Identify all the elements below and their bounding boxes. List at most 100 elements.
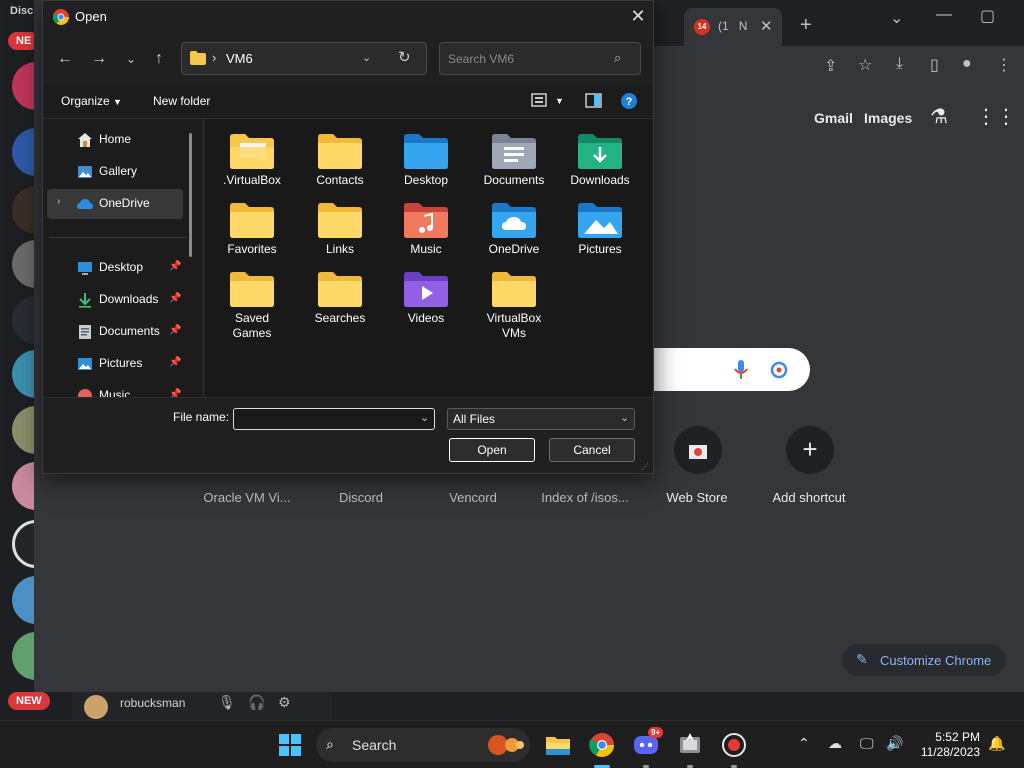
nav-item-music[interactable]: Music 📌 <box>47 381 183 397</box>
close-icon[interactable]: ✕ <box>626 5 650 29</box>
shortcut-label[interactable]: Vencord <box>418 490 528 505</box>
taskbar-search[interactable]: ⌕ Search <box>316 728 530 762</box>
nav-item-documents[interactable]: Documents 📌 <box>47 317 183 347</box>
new-tab-icon[interactable]: + <box>800 14 812 37</box>
tab-close-icon[interactable]: ✕ <box>760 17 773 35</box>
avatar[interactable] <box>84 695 108 719</box>
search-box[interactable] <box>652 348 810 391</box>
maximize-icon[interactable]: ▢ <box>980 6 995 26</box>
pin-icon[interactable]: 📌 <box>169 357 181 368</box>
address-bar[interactable]: › VM6 ⌄ ↻ <box>181 42 427 75</box>
labs-flask-icon[interactable]: ⚗ <box>930 104 948 129</box>
microphone-icon[interactable]: 🎙 <box>218 694 236 712</box>
volume-icon[interactable]: 🔊 <box>886 735 903 752</box>
bookmark-star-icon[interactable]: ☆ <box>858 55 872 75</box>
folder-item-videos[interactable]: Videos <box>383 263 469 331</box>
side-panel-icon[interactable]: ▯ <box>930 55 939 75</box>
folder-item-downloads[interactable]: Downloads <box>557 125 643 193</box>
shortcut-label[interactable]: Add shortcut <box>754 490 864 505</box>
file-name-input[interactable] <box>238 411 414 427</box>
view-options-icon[interactable] <box>531 93 549 109</box>
show-hidden-icons-chevron-icon[interactable]: ⌃ <box>798 735 810 752</box>
images-link[interactable]: Images <box>864 110 912 126</box>
nav-item-desktop[interactable]: Desktop 📌 <box>47 253 183 283</box>
search-box[interactable]: ⌕ <box>439 42 641 75</box>
customize-chrome-button[interactable]: ✎ Customize Chrome <box>842 644 1006 676</box>
lens-icon[interactable] <box>770 361 788 379</box>
file-explorer-icon[interactable] <box>544 731 572 759</box>
pin-icon[interactable]: 📌 <box>169 389 181 397</box>
forward-arrow-icon[interactable]: → <box>87 47 111 71</box>
shortcut-label[interactable]: Index of /isos... <box>530 490 640 505</box>
nav-item-onedrive[interactable]: › OneDrive <box>47 189 183 219</box>
folder-item-contacts[interactable]: Contacts <box>297 125 383 193</box>
refresh-icon[interactable]: ↻ <box>398 48 411 66</box>
folder-item-virtualbox[interactable]: .VirtualBox <box>209 125 295 193</box>
gear-icon[interactable]: ⚙ <box>278 694 296 712</box>
file-type-select[interactable]: All Files ⌄ <box>447 408 635 430</box>
recent-locations-chevron-icon[interactable]: ⌄ <box>119 47 143 71</box>
shortcut-label[interactable]: Web Store <box>642 490 752 505</box>
new-folder-button[interactable]: New folder <box>153 94 210 108</box>
menu-icon[interactable]: ⋮ <box>996 55 1012 75</box>
shortcut-label[interactable]: Discord <box>306 490 416 505</box>
chrome-tab[interactable]: 14 (1 N ✕ <box>684 8 782 46</box>
microphone-icon[interactable] <box>734 360 748 380</box>
organize-button[interactable]: Organize ▼ <box>61 94 122 108</box>
address-dropdown-icon[interactable]: ⌄ <box>362 51 371 64</box>
nav-item-pictures[interactable]: Pictures 📌 <box>47 349 183 379</box>
videos-folder-icon <box>404 272 448 307</box>
chevron-down-icon[interactable]: ⌄ <box>420 411 429 424</box>
pin-icon[interactable]: 📌 <box>169 261 181 272</box>
cancel-button[interactable]: Cancel <box>549 438 635 462</box>
nav-item-home[interactable]: Home <box>47 125 183 155</box>
folder-item-links[interactable]: Links <box>297 194 383 262</box>
chevron-right-icon[interactable]: › <box>57 196 60 207</box>
folder-item-searches[interactable]: Searches <box>297 263 383 331</box>
view-dropdown-icon[interactable]: ▼ <box>555 96 564 106</box>
folder-item-virtualbox-vms[interactable]: VirtualBox VMs <box>471 263 557 345</box>
folder-icon <box>190 51 206 65</box>
chrome-icon[interactable] <box>588 731 616 759</box>
apps-grid-icon[interactable]: ⋮⋮ <box>976 104 1016 129</box>
file-name-combobox[interactable]: ⌄ <box>233 408 435 430</box>
pin-icon[interactable]: 📌 <box>169 325 181 336</box>
add-shortcut-icon[interactable]: + <box>786 426 834 474</box>
share-icon[interactable]: ⇪ <box>824 56 837 76</box>
tab-search-icon[interactable]: ⌄ <box>890 8 903 28</box>
folder-item-onedrive[interactable]: OneDrive <box>471 194 557 262</box>
app-icon[interactable] <box>676 731 704 759</box>
search-input[interactable] <box>448 49 608 69</box>
download-icon[interactable]: ⤓ <box>896 55 903 73</box>
folder-item-music[interactable]: Music <box>383 194 469 262</box>
back-arrow-icon[interactable]: ← <box>53 47 77 71</box>
clock[interactable]: 5:52 PM 11/28/2023 <box>918 730 980 760</box>
help-icon[interactable]: ? <box>621 93 637 109</box>
folder-item-documents[interactable]: Documents <box>471 125 557 193</box>
folder-item-desktop[interactable]: Desktop <box>383 125 469 193</box>
onedrive-tray-icon[interactable]: ☁ <box>828 735 842 752</box>
notification-bell-icon[interactable]: 🔔 <box>988 735 1005 752</box>
breadcrumb-vm6[interactable]: VM6 <box>226 51 253 66</box>
open-button[interactable]: Open <box>449 438 535 462</box>
network-icon[interactable]: 🖵 <box>860 735 874 752</box>
profile-icon[interactable]: ● <box>962 55 972 73</box>
folder-item-pictures[interactable]: Pictures <box>557 194 643 262</box>
folder-item-saved-games[interactable]: Saved Games <box>209 263 295 345</box>
scrollbar[interactable] <box>189 133 192 257</box>
nav-item-gallery[interactable]: Gallery <box>47 157 183 187</box>
windows-start-icon[interactable] <box>276 731 304 759</box>
pin-icon[interactable]: 📌 <box>169 293 181 304</box>
folder-item-favorites[interactable]: Favorites <box>209 194 295 262</box>
pane-divider[interactable] <box>203 119 204 397</box>
shortcut-label[interactable]: Oracle VM Vi... <box>192 490 302 505</box>
up-arrow-icon[interactable]: ↑ <box>147 47 171 71</box>
resize-grip-icon[interactable]: ⋰ <box>641 462 649 471</box>
minimize-icon[interactable]: — <box>936 6 952 24</box>
nav-item-downloads[interactable]: Downloads 📌 <box>47 285 183 315</box>
preview-pane-icon[interactable] <box>585 93 603 109</box>
web-store-shortcut-icon[interactable] <box>674 426 722 474</box>
headphones-icon[interactable]: 🎧 <box>248 694 266 712</box>
screen-recorder-icon[interactable] <box>720 731 748 759</box>
gmail-link[interactable]: Gmail <box>814 110 853 126</box>
